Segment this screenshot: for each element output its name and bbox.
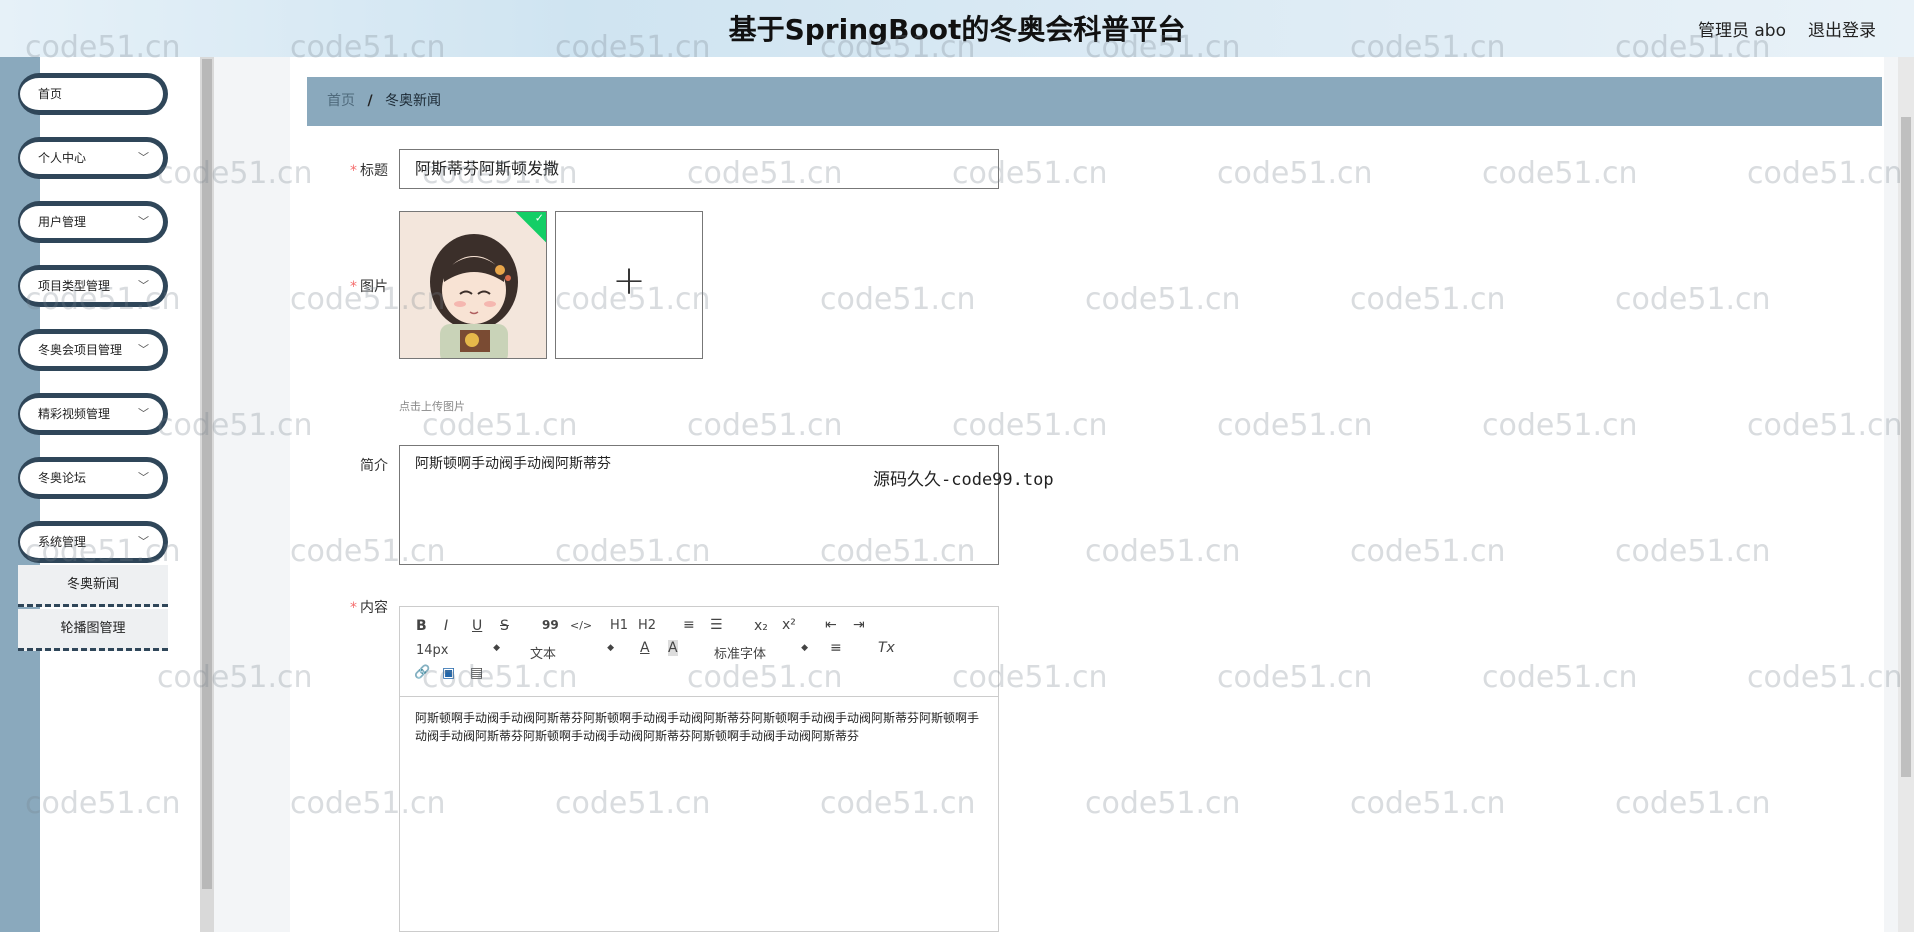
header2-button[interactable]: H2 bbox=[638, 618, 656, 633]
rich-text-editor[interactable]: B I U S 99 </> H1 H2 ≡ ☰ x₂ x² ⇤ ⇥ 14px ◆… bbox=[399, 606, 999, 932]
sidebar-scrollbar[interactable] bbox=[200, 57, 214, 932]
select-arrow-icon: ◆ bbox=[607, 643, 614, 653]
sidebar-item-label: 用户管理 bbox=[38, 215, 87, 229]
sidebar-item-label: 精彩视频管理 bbox=[38, 407, 111, 421]
image-label: * 图片 bbox=[350, 279, 388, 295]
sidebar-item-label: 项目类型管理 bbox=[38, 279, 111, 293]
check-icon: ✓ bbox=[534, 211, 544, 225]
video-icon[interactable]: ▤ bbox=[470, 665, 483, 681]
chevron-down-icon: ﹀ bbox=[138, 279, 149, 292]
font-size-select[interactable]: 14px ◆ bbox=[416, 643, 500, 658]
chevron-down-icon: ﹀ bbox=[138, 471, 149, 484]
sidebar-item-home[interactable]: 首页 bbox=[18, 73, 168, 115]
select-arrow-icon: ◆ bbox=[493, 643, 500, 653]
content-label: * 内容 bbox=[350, 600, 388, 616]
breadcrumb: 首页 / 冬奥新闻 bbox=[307, 77, 1882, 126]
breadcrumb-current: 冬奥新闻 bbox=[385, 93, 442, 109]
clear-format-icon[interactable]: Tx bbox=[878, 640, 895, 656]
blockquote-button[interactable]: 99 bbox=[542, 618, 559, 632]
header1-button[interactable]: H1 bbox=[610, 618, 628, 633]
plus-icon: + bbox=[612, 258, 646, 304]
image-icon[interactable]: ▣ bbox=[442, 665, 455, 681]
outdent-icon[interactable]: ⇤ bbox=[825, 617, 837, 633]
app-title: 基于SpringBoot的冬奥会科普平台 bbox=[728, 13, 1186, 46]
align-icon[interactable]: ≡ bbox=[830, 640, 842, 656]
subscript-button[interactable]: x₂ bbox=[754, 618, 768, 634]
sidebar-item-forum[interactable]: 冬奥论坛 ﹀ bbox=[18, 457, 168, 499]
select-arrow-icon: ◆ bbox=[801, 643, 808, 653]
font-family-select[interactable]: 标准字体 ◆ bbox=[714, 643, 808, 662]
sidebar-subitem-news[interactable]: 冬奥新闻 bbox=[18, 565, 168, 607]
sidebar-item-video-management[interactable]: 精彩视频管理 ﹀ bbox=[18, 393, 168, 435]
chevron-down-icon: ﹀ bbox=[138, 407, 149, 420]
main-scrollbar-thumb[interactable] bbox=[1901, 117, 1911, 777]
uploaded-image-thumbnail[interactable]: ✓ bbox=[399, 211, 547, 359]
italic-button[interactable]: I bbox=[444, 618, 448, 634]
link-icon[interactable]: 🔗 bbox=[414, 665, 430, 680]
sidebar-item-label: 首页 bbox=[38, 87, 63, 101]
ordered-list-icon[interactable]: ≡ bbox=[683, 617, 695, 633]
chevron-down-icon: ﹀ bbox=[138, 343, 149, 356]
bold-button[interactable]: B bbox=[416, 618, 427, 634]
title-input[interactable]: 阿斯蒂芬阿斯顿发撒 bbox=[399, 149, 999, 189]
sidebar-item-label: 冬奥会项目管理 bbox=[38, 343, 123, 357]
upload-image-button[interactable]: + bbox=[555, 211, 703, 359]
main-scrollbar[interactable] bbox=[1898, 57, 1914, 932]
title-label: * 标题 bbox=[350, 163, 388, 179]
indent-icon[interactable]: ⇥ bbox=[853, 617, 865, 633]
chevron-down-icon: ﹀ bbox=[138, 151, 149, 164]
intro-textarea[interactable]: 阿斯顿啊手动阀手动阀阿斯蒂芬 bbox=[399, 445, 999, 565]
sidebar-item-system-management[interactable]: 系统管理 ﹀ bbox=[18, 521, 168, 563]
required-mark: * bbox=[350, 600, 357, 616]
upload-tip: 点击上传图片 bbox=[399, 400, 465, 413]
text-color-icon[interactable]: A bbox=[640, 640, 650, 656]
top-header: 基于SpringBoot的冬奥会科普平台 管理员 abo 退出登录 bbox=[0, 0, 1914, 57]
strike-button[interactable]: S bbox=[500, 618, 509, 634]
sidebar-item-personal-center[interactable]: 个人中心 ﹀ bbox=[18, 137, 168, 179]
overlay-watermark-text: 源码久久-code99.top bbox=[873, 470, 1054, 490]
background-color-icon[interactable]: A bbox=[668, 640, 678, 656]
logout-button[interactable]: 退出登录 bbox=[1808, 16, 1876, 41]
sidebar-item-label: 冬奥论坛 bbox=[38, 471, 87, 485]
sidebar-item-label: 个人中心 bbox=[38, 151, 87, 165]
avatar-illustration bbox=[400, 212, 546, 358]
intro-label: 简介 bbox=[360, 458, 388, 474]
editor-toolbar: B I U S 99 </> H1 H2 ≡ ☰ x₂ x² ⇤ ⇥ 14px ◆… bbox=[400, 607, 998, 697]
sidebar-item-project-type-management[interactable]: 项目类型管理 ﹀ bbox=[18, 265, 168, 307]
required-mark: * bbox=[350, 163, 357, 179]
chevron-down-icon: ﹀ bbox=[138, 215, 149, 228]
sidebar-item-label: 系统管理 bbox=[38, 535, 87, 549]
sidebar-item-user-management[interactable]: 用户管理 ﹀ bbox=[18, 201, 168, 243]
editor-content[interactable]: 阿斯顿啊手动阀手动阀阿斯蒂芬阿斯顿啊手动阀手动阀阿斯蒂芬阿斯顿啊手动阀手动阀阿斯… bbox=[400, 697, 998, 757]
code-block-button[interactable]: </> bbox=[570, 619, 592, 632]
header-select[interactable]: 文本 ◆ bbox=[530, 643, 614, 662]
breadcrumb-separator: / bbox=[367, 93, 373, 109]
superscript-button[interactable]: x² bbox=[782, 617, 796, 633]
underline-button[interactable]: U bbox=[472, 618, 482, 634]
bullet-list-icon[interactable]: ☰ bbox=[710, 617, 723, 633]
current-user: 管理员 abo bbox=[1697, 21, 1786, 41]
sidebar-item-olympic-project-management[interactable]: 冬奥会项目管理 ﹀ bbox=[18, 329, 168, 371]
chevron-down-icon: ﹀ bbox=[138, 535, 149, 548]
breadcrumb-home[interactable]: 首页 bbox=[327, 93, 355, 109]
required-mark: * bbox=[350, 279, 357, 295]
sidebar-scrollbar-thumb[interactable] bbox=[202, 59, 212, 889]
sidebar-subitem-carousel[interactable]: 轮播图管理 bbox=[18, 609, 168, 651]
